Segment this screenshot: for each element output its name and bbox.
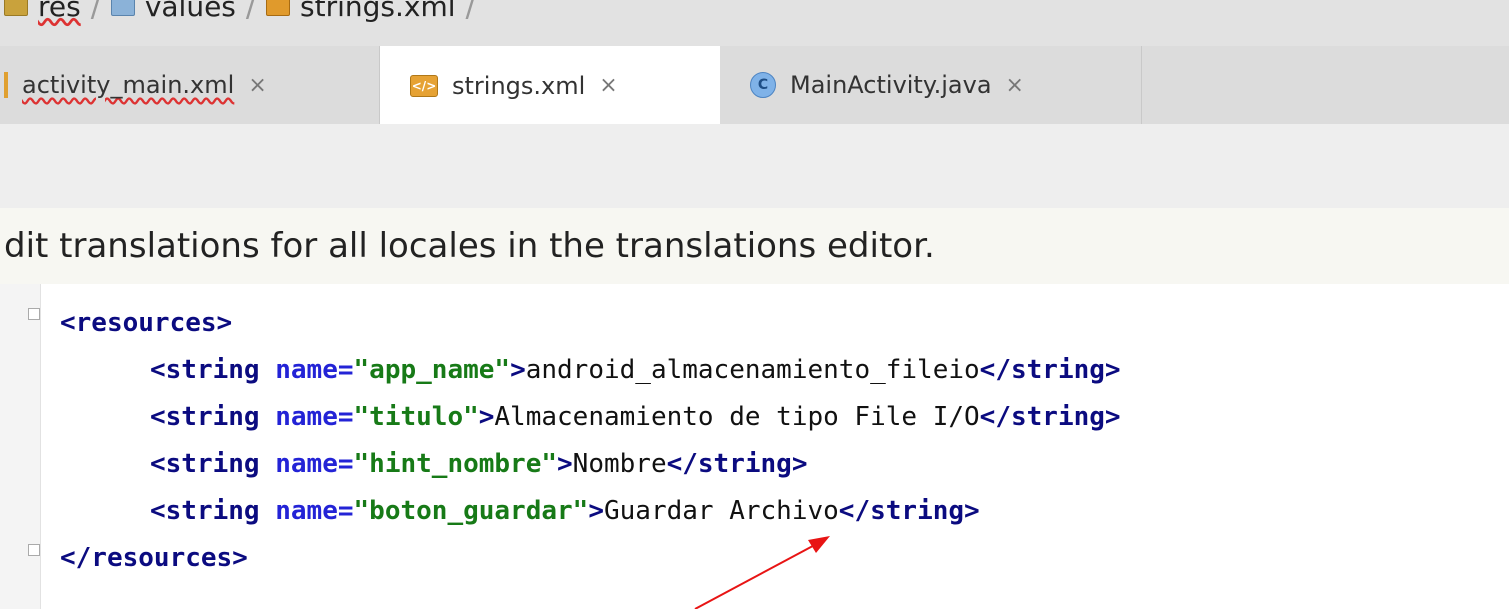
tab-label: activity_main.xml bbox=[22, 71, 235, 99]
xml-tag: > bbox=[478, 402, 495, 432]
string-value: android_almacenamiento_fileio bbox=[525, 355, 980, 385]
xml-file-icon: </> bbox=[410, 74, 438, 97]
xml-tag: <string bbox=[150, 449, 276, 479]
tab-label: strings.xml bbox=[452, 71, 586, 100]
close-icon[interactable]: × bbox=[599, 73, 617, 98]
editor-tab-bar: activity_main.xml × </> strings.xml × C … bbox=[0, 46, 1509, 125]
xml-attribute-value: app_name bbox=[369, 355, 495, 385]
code-line: <resources> bbox=[60, 300, 1121, 347]
xml-tag: </string> bbox=[838, 496, 980, 526]
close-icon[interactable]: × bbox=[248, 73, 266, 98]
xml-file-icon bbox=[4, 72, 8, 98]
breadcrumb-item-strings[interactable]: strings.xml bbox=[266, 0, 456, 23]
folder-icon bbox=[4, 0, 28, 16]
breadcrumb-separator: / bbox=[90, 0, 101, 24]
tab-main-activity[interactable]: C MainActivity.java × bbox=[720, 46, 1142, 124]
xml-tag: <string bbox=[150, 355, 276, 385]
breadcrumb-item-values[interactable]: values bbox=[110, 0, 236, 23]
string-value: Nombre bbox=[572, 449, 667, 479]
translations-notice: dit translations for all locales in the … bbox=[0, 208, 1509, 284]
xml-tag: <resources> bbox=[60, 308, 233, 338]
xml-attribute: name= bbox=[275, 355, 354, 385]
xml-tag: > bbox=[510, 355, 526, 385]
xml-tag: <string bbox=[150, 402, 276, 432]
code-editor[interactable]: <resources> <string name="app_name">andr… bbox=[0, 284, 1509, 609]
breadcrumb-label: res bbox=[38, 0, 81, 23]
folder-icon bbox=[110, 0, 135, 16]
xml-attribute-value: boton_guardar bbox=[369, 496, 573, 526]
breadcrumb-label: values bbox=[144, 0, 236, 23]
xml-attribute: name= bbox=[275, 496, 354, 526]
close-icon[interactable]: × bbox=[1006, 73, 1024, 98]
fold-icon[interactable] bbox=[28, 544, 40, 556]
editor-gutter bbox=[0, 284, 41, 609]
xml-tag: > bbox=[588, 496, 604, 526]
xml-attribute: name= bbox=[275, 449, 354, 479]
xml-attribute: name= bbox=[275, 402, 354, 432]
fold-icon[interactable] bbox=[28, 308, 40, 320]
code-content[interactable]: <resources> <string name="app_name">andr… bbox=[60, 300, 1121, 582]
notice-text: dit translations for all locales in the … bbox=[4, 226, 935, 266]
xml-tag: > bbox=[557, 449, 573, 479]
editor-toolbar bbox=[0, 124, 1509, 208]
xml-tag: </string> bbox=[979, 402, 1121, 432]
tab-label: MainActivity.java bbox=[790, 71, 992, 99]
code-line: <string name="app_name">android_almacena… bbox=[150, 355, 1121, 385]
string-value: Guardar Archivo bbox=[603, 496, 839, 526]
xml-tag: <string bbox=[150, 496, 276, 526]
xml-file-icon bbox=[266, 0, 291, 16]
xml-attribute-value: hint_nombre bbox=[369, 449, 542, 479]
string-value: Almacenamiento de tipo File I/O bbox=[494, 402, 980, 432]
breadcrumb: res / values / strings.xml / bbox=[0, 0, 1509, 46]
code-line: <string name="boton_guardar">Guardar Arc… bbox=[150, 496, 980, 526]
xml-tag: </string> bbox=[666, 449, 808, 479]
tab-strings[interactable]: </> strings.xml × bbox=[380, 46, 720, 125]
java-class-icon: C bbox=[750, 72, 776, 98]
breadcrumb-label: strings.xml bbox=[300, 0, 456, 23]
xml-tag: </resources> bbox=[60, 543, 248, 573]
tab-activity-main[interactable]: activity_main.xml × bbox=[0, 46, 380, 124]
xml-tag: </string> bbox=[979, 355, 1121, 385]
breadcrumb-separator: / bbox=[245, 0, 257, 24]
breadcrumb-item-res[interactable]: res bbox=[4, 0, 81, 23]
xml-attribute-value: titulo bbox=[369, 402, 464, 432]
code-line: </resources> bbox=[60, 535, 1121, 582]
code-line: <string name="titulo">Almacenamiento de … bbox=[150, 402, 1121, 432]
code-line: <string name="hint_nombre">Nombre</strin… bbox=[150, 449, 808, 479]
breadcrumb-separator: / bbox=[465, 0, 476, 24]
